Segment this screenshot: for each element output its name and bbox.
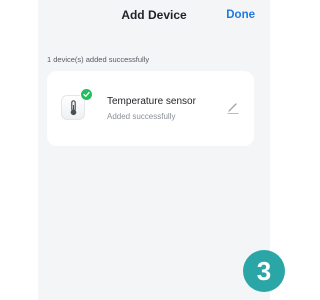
- edit-icon[interactable]: [226, 101, 240, 115]
- done-button[interactable]: Done: [226, 7, 255, 23]
- check-icon: [80, 88, 93, 101]
- device-card[interactable]: Temperature sensor Added successfully: [47, 71, 254, 146]
- app-screen: Add Device Done 1 device(s) added succes…: [38, 0, 270, 300]
- step-number-badge: 3: [243, 250, 285, 292]
- device-name: Temperature sensor: [107, 96, 196, 107]
- success-summary: 1 device(s) added successfully: [47, 55, 150, 64]
- page: Add Device Done 1 device(s) added succes…: [0, 0, 300, 300]
- device-status: Added successfully: [107, 112, 176, 121]
